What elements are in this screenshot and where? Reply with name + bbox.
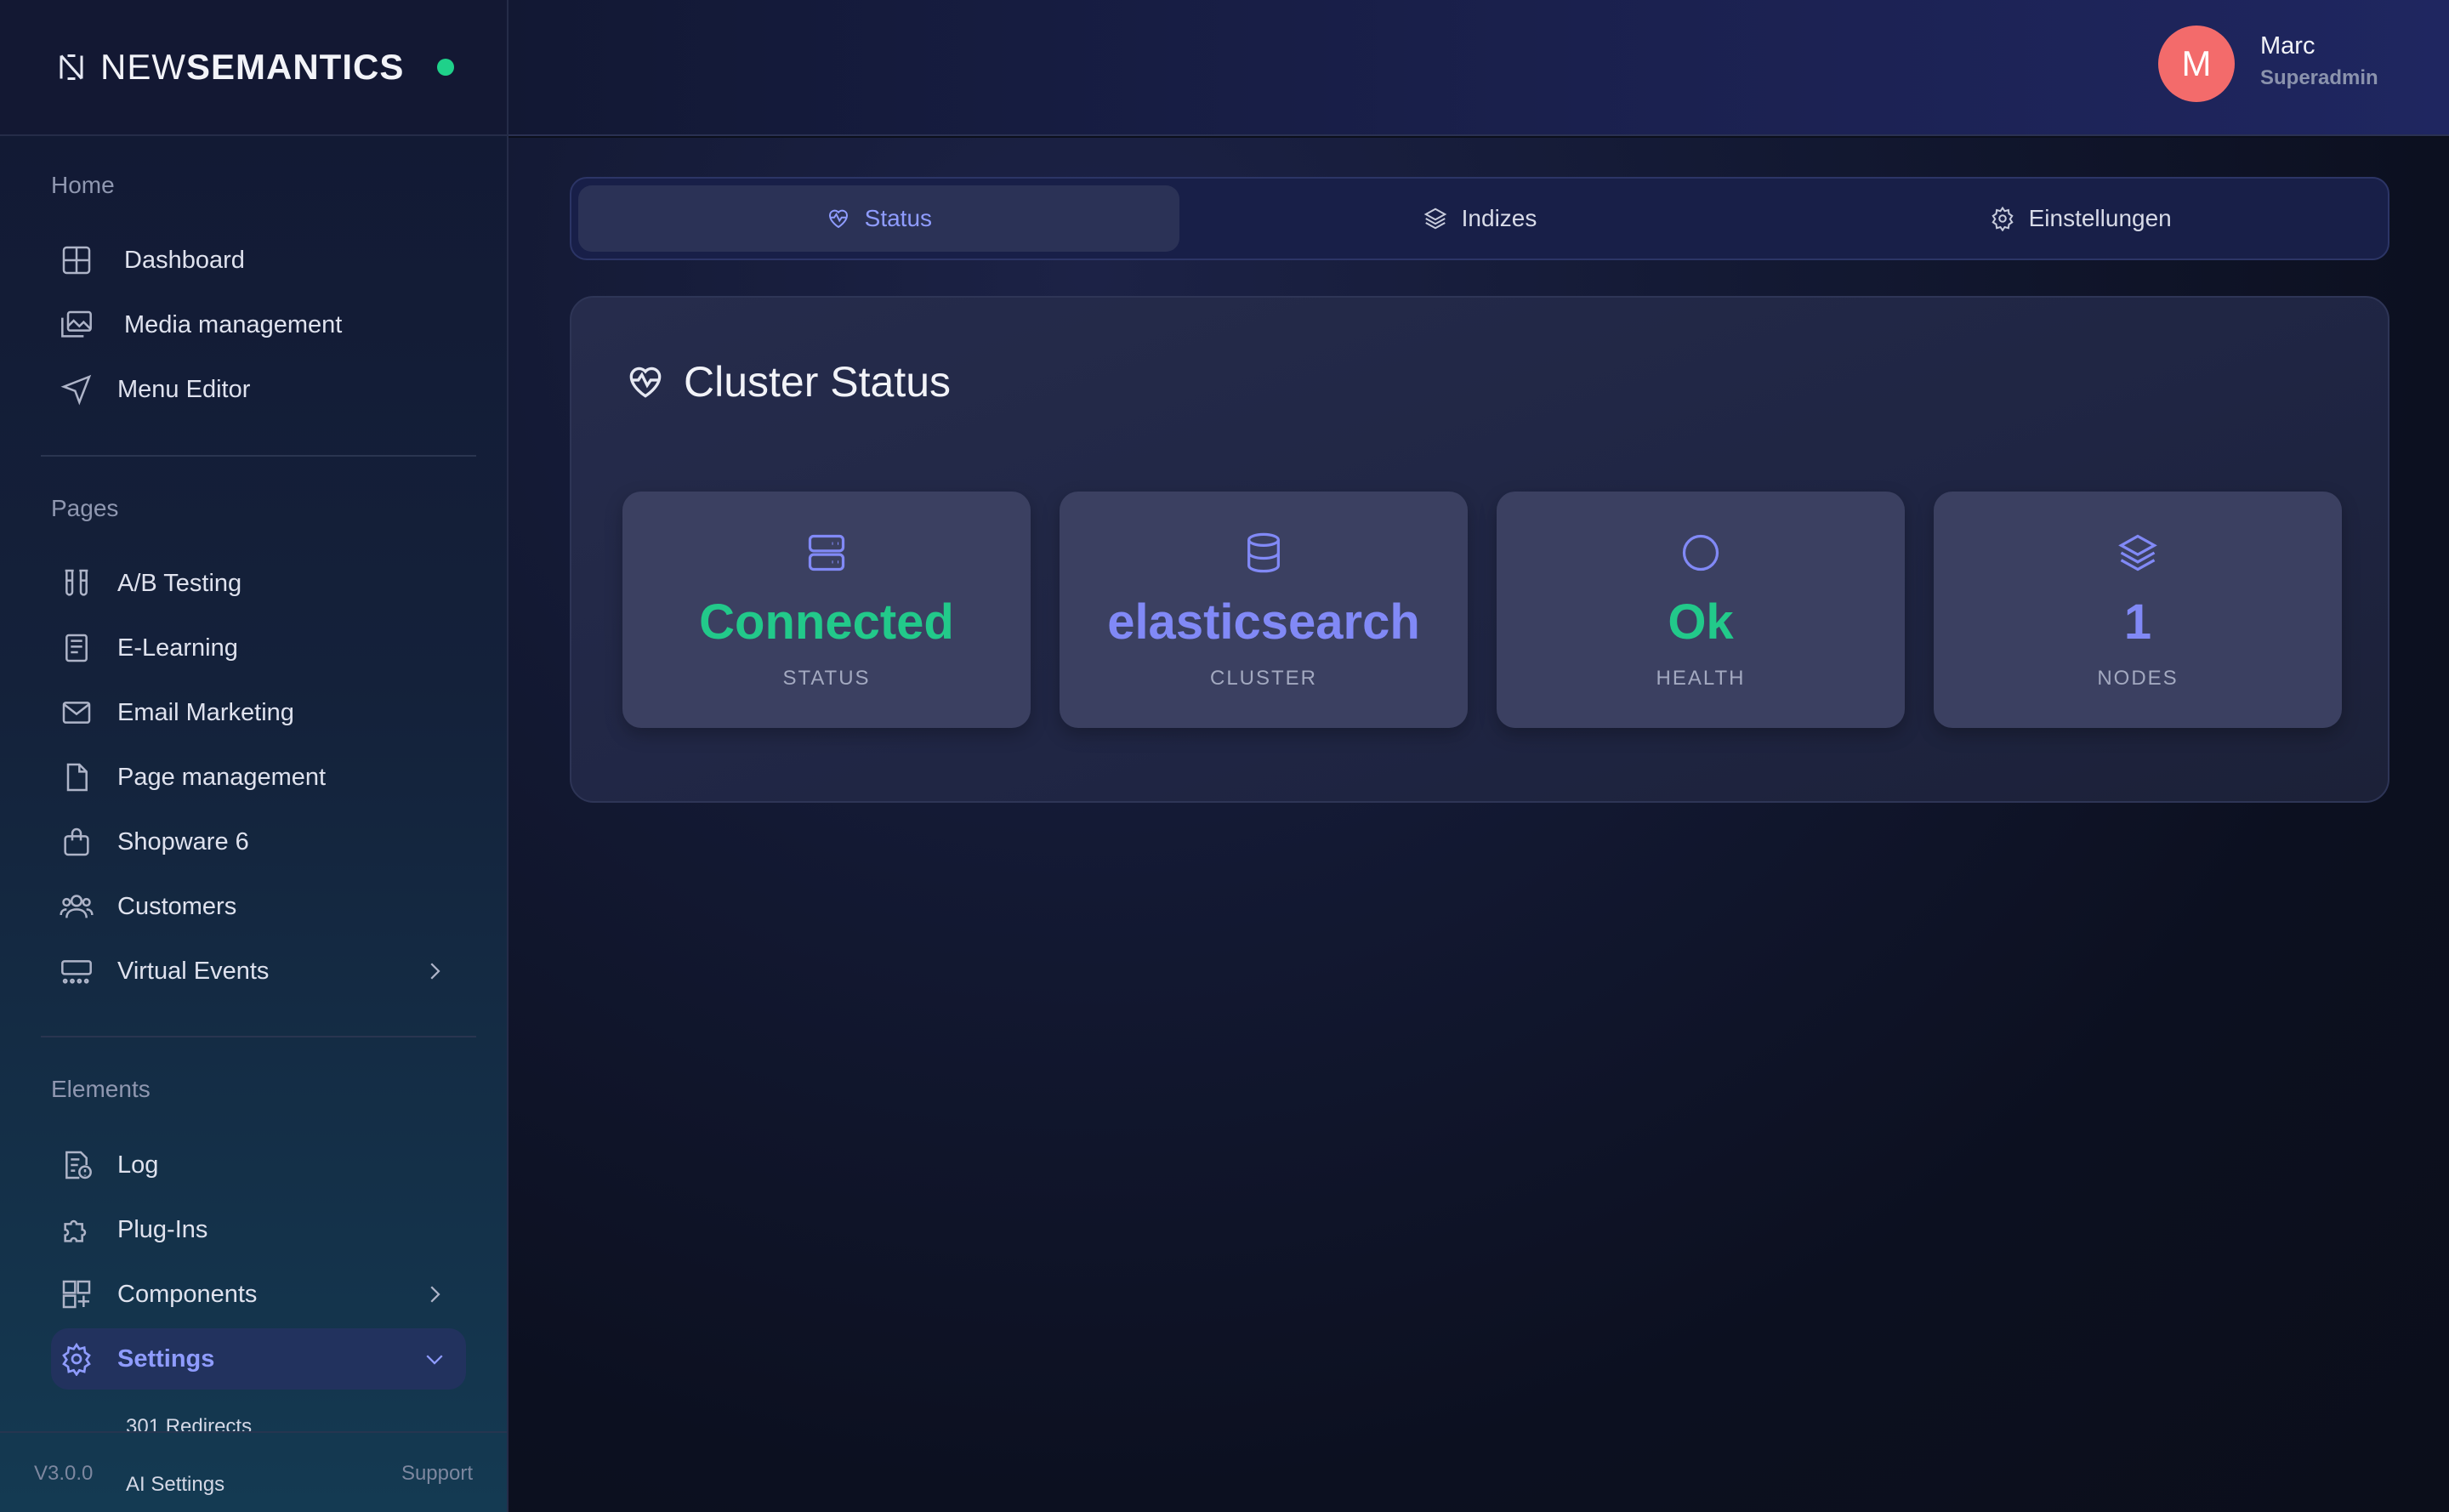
stat-value: Ok — [1668, 594, 1734, 650]
mail-icon — [58, 694, 95, 731]
sidebar-item-menu-editor[interactable]: Menu Editor — [51, 359, 466, 420]
stat-value: elasticsearch — [1107, 594, 1420, 650]
tab-label: Einstellungen — [2028, 205, 2172, 231]
chevron-right-icon[interactable] — [422, 958, 447, 984]
online-status-dot — [437, 59, 454, 76]
sidebar-item-label: Shopware 6 — [117, 827, 249, 855]
sidebar-item-label: Menu Editor — [117, 375, 251, 403]
sidebar-item-label: Plug-Ins — [117, 1215, 208, 1243]
test-tubes-icon — [58, 565, 95, 602]
navigation-arrow-icon — [58, 371, 95, 408]
sidebar-item-media-management[interactable]: Media management — [51, 294, 466, 355]
top-header: M Marc Superadmin — [509, 0, 2449, 136]
stat-value: 1 — [2123, 594, 2152, 650]
sidebar-item-label: Dashboard — [124, 246, 245, 274]
sidebar-item-shopware[interactable]: Shopware 6 — [51, 811, 466, 873]
sidebar-item-label: E-Learning — [117, 634, 238, 662]
dashboard-grid-icon — [58, 242, 95, 279]
version-label: V3.0.0 — [34, 1462, 94, 1485]
user-name[interactable]: Marc — [2260, 32, 2315, 60]
images-icon — [58, 306, 95, 344]
stat-status: Connected STATUS — [622, 492, 1031, 728]
sidebar-item-virtual-events[interactable]: Virtual Events — [51, 941, 466, 1002]
sidebar-item-email-marketing[interactable]: Email Marketing — [51, 682, 466, 743]
sidebar-item-label: Virtual Events — [117, 957, 270, 985]
user-role: Superadmin — [2260, 66, 2378, 89]
events-icon — [58, 952, 95, 990]
section-label-home: Home — [51, 172, 115, 198]
avatar[interactable]: M — [2158, 26, 2235, 102]
sidebar-item-log[interactable]: Log — [51, 1134, 466, 1196]
users-icon — [58, 888, 95, 925]
brand-name-bold: SEMANTICS — [186, 47, 405, 87]
stat-label: NODES — [2097, 667, 2179, 690]
chevron-down-icon[interactable] — [422, 1346, 447, 1372]
sidebar-item-label: Settings — [117, 1344, 215, 1373]
sidebar-item-label: A/B Testing — [117, 569, 242, 597]
stat-label: CLUSTER — [1209, 667, 1318, 690]
card-title: Cluster Status — [624, 357, 951, 406]
layers-icon — [1423, 207, 1446, 230]
stat-cluster: elasticsearch CLUSTER — [1060, 492, 1468, 728]
sidebar-item-components[interactable]: Components — [51, 1264, 466, 1325]
stat-value: Connected — [699, 594, 954, 650]
stat-label: STATUS — [782, 667, 871, 690]
heart-pulse-icon — [828, 209, 848, 229]
sidebar-divider — [41, 455, 476, 457]
sidebar-item-label: Page management — [117, 763, 327, 791]
stat-label: HEALTH — [1656, 667, 1746, 690]
section-label-elements: Elements — [51, 1076, 151, 1102]
tab-bar: Status Indizes Einstellungen — [570, 177, 2389, 260]
book-icon — [58, 629, 95, 667]
section-label-pages: Pages — [51, 495, 119, 521]
sidebar-item-label: Customers — [117, 892, 237, 920]
main-content: Status Indizes Einstellungen Cluster Sta… — [509, 138, 2449, 1512]
card-title-text: Cluster Status — [684, 358, 952, 406]
tab-einstellungen[interactable]: Einstellungen — [1780, 185, 2381, 252]
tab-status[interactable]: Status — [578, 185, 1179, 252]
sidebar-item-ab-testing[interactable]: A/B Testing — [51, 553, 466, 614]
circle-icon — [1682, 534, 1719, 571]
chevron-right-icon[interactable] — [422, 1282, 447, 1307]
stat-nodes: 1 NODES — [1934, 492, 2342, 728]
sidebar-item-label: Log — [117, 1151, 159, 1179]
sidebar-item-page-management[interactable]: Page management — [51, 747, 466, 808]
tab-indizes[interactable]: Indizes — [1179, 185, 1781, 252]
stat-health: Ok HEALTH — [1497, 492, 1905, 728]
cluster-status-card: Cluster Status Connected STATUS elastics… — [570, 296, 2389, 803]
brand-name-thin: NEW — [100, 47, 186, 87]
puzzle-icon — [58, 1211, 95, 1248]
sidebar-item-plug-ins[interactable]: Plug-Ins — [51, 1199, 466, 1260]
sidebar-item-label: Media management — [124, 310, 343, 338]
sidebar-item-label: Components — [117, 1280, 258, 1308]
sidebar-item-dashboard[interactable]: Dashboard — [51, 230, 466, 291]
sidebar-item-e-learning[interactable]: E-Learning — [51, 617, 466, 679]
file-icon — [58, 759, 95, 796]
tab-label: Status — [864, 205, 933, 231]
layers-icon — [2118, 534, 2157, 571]
components-icon — [58, 1276, 95, 1313]
log-icon — [58, 1146, 95, 1184]
server-icon — [808, 534, 845, 571]
sidebar-item-label: Email Marketing — [117, 698, 294, 726]
brand-name[interactable]: NEWSEMANTICS — [100, 47, 404, 88]
sidebar-item-settings[interactable]: Settings — [51, 1328, 466, 1390]
support-link[interactable]: Support — [401, 1462, 473, 1486]
sidebar-footer: V3.0.0 Support — [0, 1431, 507, 1512]
sidebar-divider — [41, 1036, 476, 1037]
shopping-bag-icon — [58, 823, 95, 861]
sidebar: NEWSEMANTICS Home Dashboard Media manage… — [0, 0, 509, 1512]
heart-pulse-icon — [629, 367, 662, 398]
database-icon — [1247, 532, 1280, 573]
gear-icon — [58, 1340, 95, 1378]
sidebar-subitem-ai-settings[interactable]: AI Settings — [126, 1473, 224, 1497]
logo-bar: NEWSEMANTICS — [0, 0, 507, 136]
gear-icon — [1991, 206, 2014, 231]
brand-logo-icon — [60, 54, 83, 80]
tab-label: Indizes — [1461, 205, 1537, 231]
sidebar-item-customers[interactable]: Customers — [51, 876, 466, 937]
